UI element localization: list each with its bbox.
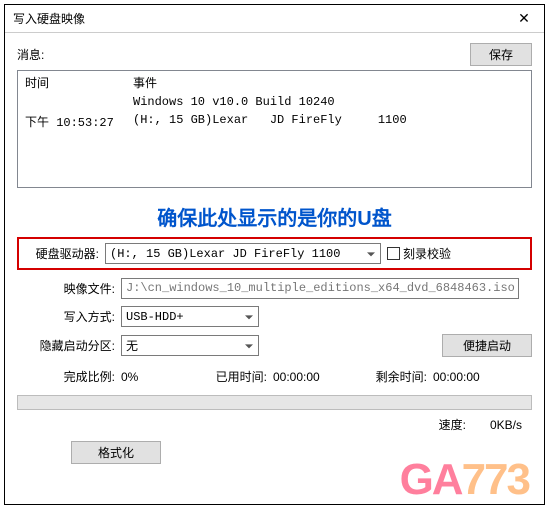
- log-row: Windows 10 v10.0 Build 10240: [19, 93, 530, 111]
- format-button[interactable]: 格式化: [71, 441, 161, 464]
- bottom-button-row: 格式化: [17, 441, 532, 464]
- verify-checkbox-wrap[interactable]: 刻录校验: [387, 245, 451, 262]
- log-cell-event: Windows 10 v10.0 Build 10240: [127, 93, 530, 111]
- write-method-label: 写入方式:: [17, 308, 121, 325]
- drive-select[interactable]: (H:, 15 GB)Lexar JD FireFly 1100: [105, 243, 381, 264]
- log-cell-time: [19, 93, 127, 111]
- hidden-boot-label: 隐藏启动分区:: [17, 337, 121, 354]
- verify-checkbox[interactable]: [387, 247, 400, 260]
- titlebar: 写入硬盘映像 ✕: [5, 5, 544, 33]
- save-button[interactable]: 保存: [470, 43, 532, 66]
- info-label: 消息:: [17, 46, 44, 63]
- hidden-boot-value: 无: [126, 337, 138, 354]
- speed-value: 0KB/s: [490, 418, 522, 432]
- image-file-field[interactable]: J:\cn_windows_10_multiple_editions_x64_d…: [121, 278, 519, 299]
- speed-row: 速度: 0KB/s: [17, 416, 532, 433]
- write-method-value: USB-HDD+: [126, 310, 184, 324]
- verify-label: 刻录校验: [403, 245, 451, 262]
- write-method-select[interactable]: USB-HDD+: [121, 306, 259, 327]
- log-header-event: 事件: [127, 72, 530, 93]
- content-area: 消息: 保存 时间 事件 Windows 10 v10.0 Build 1024…: [5, 33, 544, 504]
- image-label: 映像文件:: [17, 280, 121, 297]
- progress-bar: [17, 395, 532, 410]
- percent-label: 完成比例:: [17, 368, 121, 385]
- speed-label: 速度:: [439, 416, 466, 433]
- elapsed-value: 00:00:00: [273, 370, 373, 384]
- log-box[interactable]: 时间 事件 Windows 10 v10.0 Build 10240 下午 10…: [17, 70, 532, 188]
- close-icon[interactable]: ✕: [504, 5, 544, 32]
- elapsed-label: 已用时间:: [213, 368, 273, 385]
- drive-label: 硬盘驱动器:: [25, 245, 105, 262]
- window-title: 写入硬盘映像: [13, 10, 85, 27]
- drive-select-value: (H:, 15 GB)Lexar JD FireFly 1100: [110, 247, 340, 261]
- drive-highlight-box: 硬盘驱动器: (H:, 15 GB)Lexar JD FireFly 1100 …: [17, 237, 532, 270]
- annotation-text: 确保此处显示的是你的U盘: [17, 202, 532, 231]
- progress-row: 完成比例: 0% 已用时间: 00:00:00 剩余时间: 00:00:00: [17, 368, 532, 385]
- log-row: 下午 10:53:27 (H:, 15 GB)Lexar JD FireFly …: [19, 111, 530, 132]
- log-cell-event: (H:, 15 GB)Lexar JD FireFly 1100: [127, 111, 530, 132]
- remaining-label: 剩余时间:: [373, 368, 433, 385]
- log-cell-time: 下午 10:53:27: [19, 111, 127, 132]
- convenient-boot-button[interactable]: 便捷启动: [442, 334, 532, 357]
- remaining-value: 00:00:00: [433, 370, 532, 384]
- percent-value: 0%: [121, 370, 213, 384]
- log-header: 时间 事件: [19, 72, 530, 93]
- dialog-window: 写入硬盘映像 ✕ 消息: 保存 时间 事件 Windows 10 v10.0 B…: [4, 4, 545, 505]
- log-header-time: 时间: [19, 72, 127, 93]
- hidden-boot-select[interactable]: 无: [121, 335, 259, 356]
